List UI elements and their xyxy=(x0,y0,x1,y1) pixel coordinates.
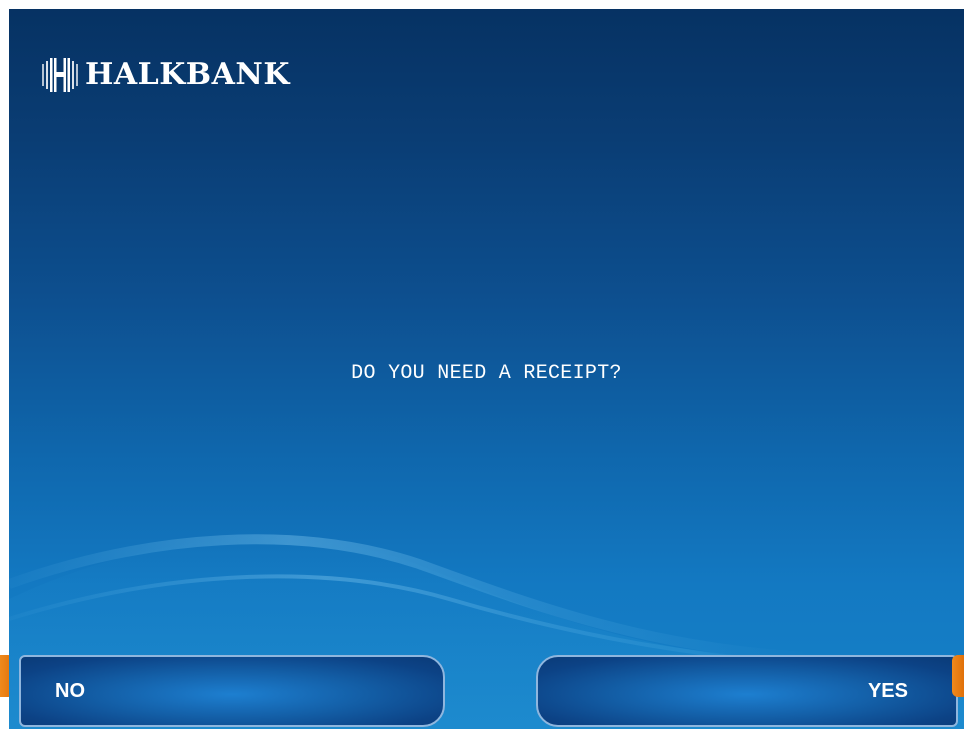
brand-name: HALKBANK xyxy=(85,57,290,92)
atm-screen: HALKBANK DO YOU NEED A RECEIPT? NO YES xyxy=(9,9,964,729)
yes-button-label: YES xyxy=(867,679,908,702)
no-button[interactable]: NO xyxy=(19,655,445,727)
halkbank-emblem-icon xyxy=(42,58,78,92)
halkbank-logo: HALKBANK xyxy=(41,57,290,93)
yes-button[interactable]: YES xyxy=(536,655,958,727)
right-key-indicator-tab xyxy=(952,655,964,697)
receipt-prompt: DO YOU NEED A RECEIPT? xyxy=(351,362,622,385)
no-button-label: NO xyxy=(55,679,85,702)
